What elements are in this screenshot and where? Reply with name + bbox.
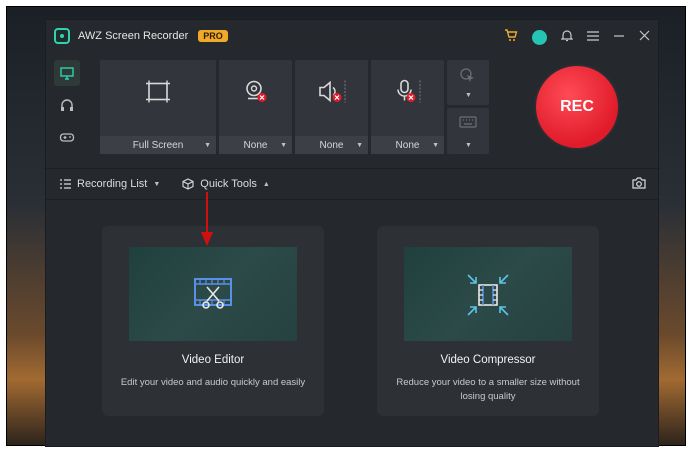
video-compressor-title: Video Compressor [440,354,536,366]
webcam-value: None [243,139,268,151]
screen-area-selector[interactable]: Full Screen ▼ [100,60,216,154]
app-logo-icon [54,28,70,44]
webcam-selector[interactable]: None ▼ [219,60,292,154]
menu-icon[interactable] [587,29,599,45]
speaker-value: None [319,139,344,151]
annotation-arrow-icon [201,192,213,246]
chevron-down-icon: ▼ [432,141,439,149]
recording-list-label: Recording List [77,178,148,190]
side-nav [54,60,82,156]
keyboard-icon [459,115,477,133]
video-compressor-preview [404,247,572,341]
screen-area-dropdown[interactable]: Full Screen ▼ [100,136,216,154]
headphones-icon [61,99,73,111]
speaker-selector[interactable]: None ▼ [295,60,368,154]
video-editor-icon [193,277,233,318]
secondary-toolbar: Recording List ▼ Quick Tools ▲ [46,168,658,200]
screenshot-button[interactable] [632,177,646,192]
minimize-icon[interactable] [613,29,625,45]
cart-icon[interactable] [504,28,518,46]
recording-list-button[interactable]: Recording List ▼ [60,178,160,190]
nav-screen-recording[interactable] [54,60,80,86]
keystroke-button[interactable]: ▼ [447,108,489,154]
microphone-value: None [395,139,420,151]
desktop-background: AWZ Screen Recorder PRO Full Screen ▼ No… [6,6,686,447]
webcam-off-icon [243,79,269,110]
video-compressor-description: Reduce your video to a smaller size with… [396,377,580,402]
nav-audio-recording[interactable] [54,92,80,118]
video-compressor-card[interactable]: Video Compressor Reduce your video to a … [377,226,599,416]
screen-area-value: Full Screen [132,139,184,151]
chevron-down-icon: ▼ [465,142,472,149]
webcam-dropdown[interactable]: None ▼ [219,136,292,154]
chevron-down-icon: ▼ [280,141,287,149]
nav-game-recording[interactable] [54,124,80,150]
video-editor-title: Video Editor [181,354,245,366]
chevron-down-icon: ▼ [204,141,211,149]
quick-tools-button[interactable]: Quick Tools ▲ [182,178,270,190]
camera-icon [632,177,646,189]
video-editor-description: Edit your video and audio quickly and ea… [120,377,306,388]
chevron-down-icon: ▼ [153,180,161,188]
list-icon [60,179,71,189]
screen-icon [60,67,74,80]
video-editor-preview [129,247,297,341]
speaker-off-icon [317,79,347,110]
chevron-down-icon: ▼ [356,141,363,149]
microphone-off-icon [393,79,423,110]
full-screen-icon [145,80,171,109]
rec-button[interactable]: REC [536,66,618,148]
avatar-icon[interactable] [532,29,547,45]
chevron-down-icon: ▼ [465,92,472,99]
title-bar: AWZ Screen Recorder PRO [46,20,658,52]
microphone-dropdown[interactable]: None ▼ [371,136,444,154]
box-icon [182,178,194,190]
app-window: AWZ Screen Recorder PRO Full Screen ▼ No… [45,19,659,447]
quick-tools-label: Quick Tools [200,178,257,190]
microphone-selector[interactable]: None ▼ [371,60,444,154]
pro-badge: PRO [198,30,228,42]
video-editor-card[interactable]: Video Editor Edit your video and audio q… [102,226,324,416]
gamepad-icon [59,133,75,142]
bell-icon[interactable] [560,29,574,46]
speaker-dropdown[interactable]: None ▼ [295,136,368,154]
mouse-effects-button[interactable]: ▼ [447,60,489,105]
mouse-cursor-icon [459,67,477,90]
chevron-up-icon: ▲ [262,180,270,188]
close-icon[interactable] [639,29,650,45]
app-title: AWZ Screen Recorder [78,30,189,42]
video-compressor-icon [466,273,510,322]
